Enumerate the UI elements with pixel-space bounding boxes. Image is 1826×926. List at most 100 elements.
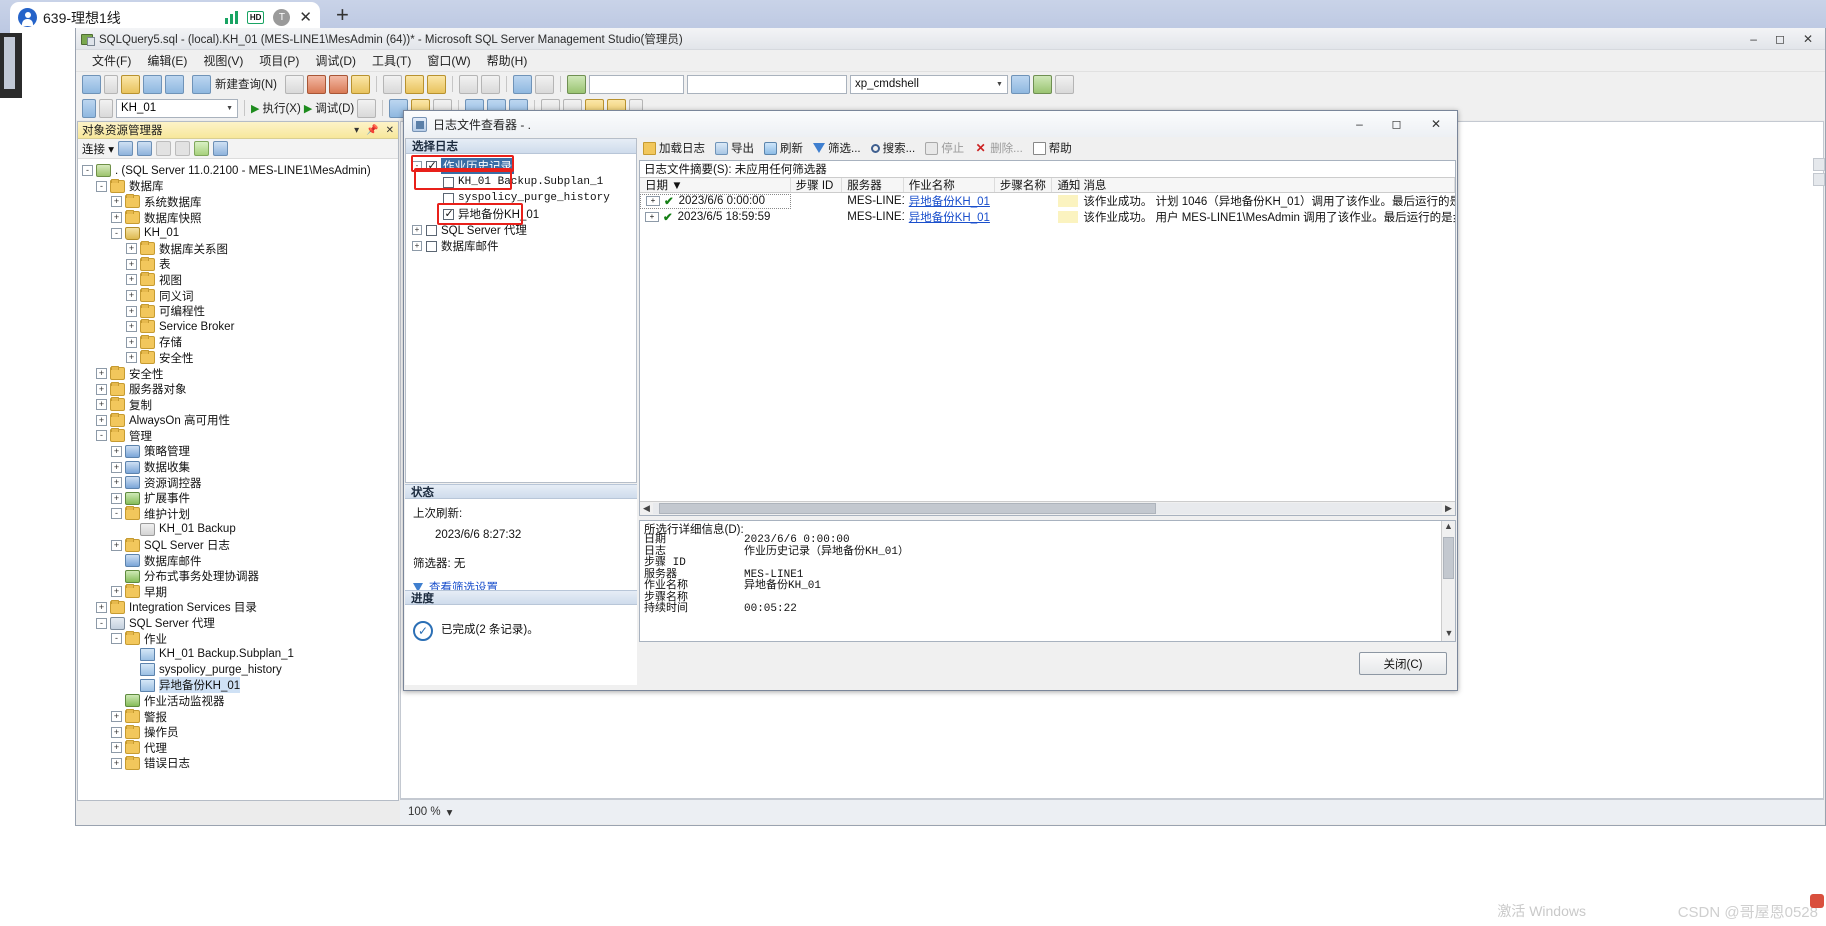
grid-column-header[interactable]: 步骤 ID: [791, 178, 843, 192]
toolbar-筛选-button[interactable]: 筛选...: [813, 140, 861, 156]
cut-button[interactable]: [382, 74, 402, 94]
object-explorer-tree[interactable]: -. (SQL Server 11.0.2100 - MES-LINE1\Mes…: [78, 160, 398, 800]
expand-icon[interactable]: +: [111, 445, 122, 457]
tree-node[interactable]: + 代理: [78, 740, 398, 756]
close-button[interactable]: ✕: [1803, 33, 1813, 45]
db-context-combo[interactable]: xp_cmdshell: [849, 74, 1008, 94]
grid-column-header[interactable]: 通知: [1052, 178, 1080, 192]
menu-view[interactable]: 视图(V): [195, 50, 251, 71]
undo-button[interactable]: [458, 74, 478, 94]
database-combo[interactable]: KH_01: [116, 98, 238, 118]
expand-icon[interactable]: +: [645, 212, 659, 222]
tree-node[interactable]: + Integration Services 目录: [78, 599, 398, 616]
select-log-item[interactable]: syspolicy_purge_history: [412, 190, 636, 206]
tree-node[interactable]: + 早期: [78, 584, 398, 600]
execute-button[interactable]: [566, 74, 586, 94]
collapse-icon[interactable]: -: [111, 508, 122, 520]
new-query-button[interactable]: 新建查询(N): [187, 74, 282, 94]
tree-node[interactable]: + 策略管理: [78, 444, 398, 460]
copy-button[interactable]: [404, 74, 424, 94]
expand-icon[interactable]: +: [96, 383, 107, 395]
oe-details-icon[interactable]: [212, 141, 228, 156]
toolbar-extra-2[interactable]: [1032, 74, 1052, 94]
close-dialog-button[interactable]: 关闭(C): [1359, 652, 1447, 675]
open-file-button[interactable]: [121, 74, 140, 94]
expand-icon[interactable]: +: [96, 399, 107, 411]
expand-icon[interactable]: +: [96, 601, 107, 613]
collapse-icon[interactable]: -: [111, 227, 122, 239]
panel-close-icon[interactable]: ✕: [386, 125, 394, 136]
tree-node[interactable]: KH_01 Backup.Subplan_1: [78, 646, 398, 662]
disconnect-server-icon[interactable]: [136, 141, 152, 156]
toolbar-extra-1[interactable]: [1010, 74, 1030, 94]
tree-node[interactable]: syspolicy_purge_history: [78, 662, 398, 678]
tree-node[interactable]: - 维护计划: [78, 506, 398, 522]
tree-node[interactable]: + 操作员: [78, 724, 398, 740]
tree-node[interactable]: + AlwaysOn 高可用性: [78, 412, 398, 429]
expand-icon[interactable]: +: [96, 368, 107, 380]
tree-node[interactable]: + 错误日志: [78, 755, 398, 772]
refresh-icon[interactable]: [193, 141, 209, 156]
tree-node[interactable]: + 服务器对象: [78, 381, 398, 397]
hscroll-track[interactable]: [653, 503, 1442, 514]
bookmark-button[interactable]: [512, 74, 532, 94]
save-button[interactable]: [143, 74, 162, 94]
properties-tab[interactable]: [1813, 173, 1825, 186]
collapse-icon[interactable]: -: [412, 161, 422, 171]
table-row[interactable]: + ✔ 2023/6/6 0:00:00 MES-LINE1 异地备份KH_01 该作业成…: [640, 193, 1455, 209]
tree-node[interactable]: + 可编程性: [78, 303, 398, 319]
tree-node[interactable]: - 作业: [78, 631, 398, 647]
debug-label[interactable]: 调试(D): [315, 100, 354, 116]
expand-icon[interactable]: +: [412, 225, 422, 235]
tree-node[interactable]: + 警报: [78, 709, 398, 725]
expand-icon[interactable]: +: [111, 757, 122, 769]
toolbar-extra-3[interactable]: [1054, 74, 1074, 94]
tree-node[interactable]: - SQL Server 代理: [78, 615, 398, 631]
job-name-link[interactable]: 异地备份KH_01: [909, 209, 990, 225]
tree-node[interactable]: + 安全性: [78, 350, 398, 366]
toolbar-刷新-button[interactable]: 刷新: [764, 140, 803, 156]
scroll-up-icon[interactable]: ▲: [1442, 521, 1455, 534]
select-log-item[interactable]: + SQL Server 代理: [412, 222, 636, 238]
grid-column-header[interactable]: 消息: [1078, 178, 1455, 192]
connect-server-icon[interactable]: [117, 141, 133, 156]
log-checkbox[interactable]: [426, 224, 437, 236]
scroll-right-icon[interactable]: ▶: [1442, 503, 1455, 514]
tree-node[interactable]: + 复制: [78, 397, 398, 413]
execute-icon[interactable]: ▶: [251, 102, 259, 115]
log-grid-rows[interactable]: + ✔ 2023/6/6 0:00:00 MES-LINE1 异地备份KH_01 该作业成…: [640, 193, 1455, 225]
collapse-icon[interactable]: -: [96, 430, 107, 442]
expand-icon[interactable]: +: [646, 196, 660, 206]
expand-icon[interactable]: +: [111, 539, 122, 551]
select-log-item[interactable]: KH_01 Backup.Subplan_1: [412, 174, 636, 190]
tree-node[interactable]: - 管理: [78, 428, 398, 444]
expand-icon[interactable]: +: [111, 461, 122, 473]
menu-window[interactable]: 窗口(W): [419, 50, 478, 71]
expand-icon[interactable]: +: [126, 305, 137, 317]
tree-node[interactable]: 分布式事务处理协调器: [78, 568, 398, 584]
menu-project[interactable]: 项目(P): [251, 50, 307, 71]
toolbar-combo-2[interactable]: [686, 74, 847, 94]
tree-node[interactable]: - 数据库: [78, 178, 398, 195]
cell-date-container[interactable]: + ✔ 2023/6/5 18:59:59: [640, 210, 791, 224]
redo-button[interactable]: [480, 74, 500, 94]
tree-node[interactable]: + 资源调控器: [78, 475, 398, 491]
tree-node[interactable]: + 扩展事件: [78, 490, 398, 506]
expand-icon[interactable]: +: [126, 336, 137, 348]
connect-object-explorer-button[interactable]: [82, 98, 96, 118]
log-checkbox[interactable]: [443, 176, 454, 188]
scroll-left-icon[interactable]: ◀: [640, 503, 653, 514]
tree-node[interactable]: - . (SQL Server 11.0.2100 - MES-LINE1\Mes…: [78, 163, 398, 179]
expand-icon[interactable]: +: [111, 586, 122, 598]
tree-node[interactable]: 数据库邮件: [78, 553, 398, 569]
tree-node[interactable]: + 数据收集: [78, 459, 398, 475]
expand-icon[interactable]: +: [111, 212, 122, 224]
tree-node[interactable]: - KH_01: [78, 225, 398, 241]
toolbar-导出-button[interactable]: 导出: [715, 140, 754, 156]
new-tab-button[interactable]: +: [336, 4, 349, 26]
menu-debug[interactable]: 调试(D): [307, 50, 364, 71]
log-viewer-close-button[interactable]: ✕: [1415, 111, 1457, 137]
find-button[interactable]: [534, 74, 554, 94]
pin-icon[interactable]: 📌: [366, 125, 378, 136]
scroll-down-icon[interactable]: ▼: [1442, 628, 1456, 641]
